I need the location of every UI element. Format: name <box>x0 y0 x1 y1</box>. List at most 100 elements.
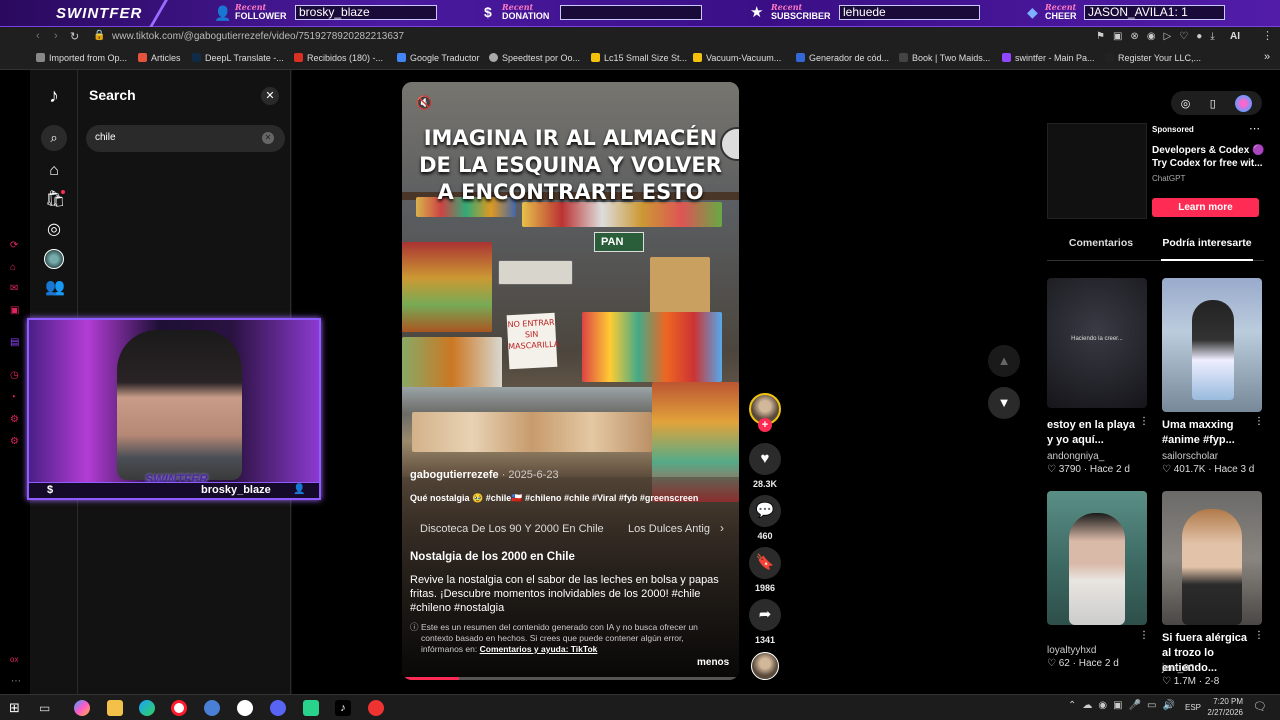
related-search-chip[interactable]: Los Dulces Antig <box>628 523 710 535</box>
follow-plus-icon[interactable]: + <box>758 418 772 432</box>
tab-comments[interactable]: Comentarios <box>1047 237 1155 249</box>
learn-more-button[interactable]: Learn more <box>1152 198 1259 217</box>
bookmark-item[interactable]: DeepL Translate -... <box>192 53 284 63</box>
block-icon[interactable]: ⊗ <box>1130 31 1138 44</box>
sidebar-app-icon[interactable]: ⟳ <box>10 240 18 251</box>
sidebar-app-icon[interactable]: ◔ <box>10 392 16 403</box>
clock[interactable]: 7:20 PM 2/27/2026 <box>1203 696 1243 718</box>
network-icon[interactable]: ▭ <box>1147 700 1156 711</box>
menu-icon[interactable]: ⋮ <box>1262 29 1273 42</box>
suggestion-author[interactable]: sailorscholar <box>1162 451 1218 462</box>
more-options-icon[interactable]: ⋮ <box>1254 630 1264 641</box>
explore-icon[interactable]: ◎ <box>45 221 63 239</box>
sidebar-app-icon[interactable]: ox <box>10 655 18 664</box>
more-options-icon[interactable]: ⋮ <box>1254 416 1264 427</box>
more-options-icon[interactable]: ⋯ <box>1249 122 1260 135</box>
device-icon[interactable]: ▯ <box>1210 97 1216 110</box>
chevron-right-icon[interactable]: › <box>720 521 724 535</box>
feedback-link[interactable]: Comentarios y ayuda: TikTok <box>480 644 598 654</box>
more-bookmarks-icon[interactable]: » <box>1264 51 1270 63</box>
start-icon[interactable]: ⊞ <box>9 700 25 716</box>
less-button[interactable]: menos <box>697 657 729 668</box>
sidebar-app-icon[interactable]: ✉ <box>10 283 18 294</box>
app-icon[interactable] <box>368 700 384 716</box>
ad-thumbnail[interactable] <box>1047 123 1147 219</box>
cloud-icon[interactable]: ☁ <box>1082 700 1092 711</box>
mic-icon[interactable]: 🎤 <box>1129 700 1141 711</box>
suggestion-title[interactable]: estoy en la playa y yo aquí... <box>1047 418 1137 448</box>
previous-video-button[interactable]: ▲ <box>988 345 1020 377</box>
home-icon[interactable]: ⌂ <box>45 162 63 180</box>
more-options-icon[interactable]: ⋮ <box>1139 630 1149 641</box>
bookmark-item[interactable]: Register Your LLC,... <box>1105 53 1201 63</box>
bookmark-item[interactable]: Google Traductor <box>397 53 480 63</box>
suggestion-author[interactable]: jeni_00 <box>1162 663 1194 674</box>
like-button[interactable]: ♥ <box>749 443 781 475</box>
friends-icon[interactable]: 👥 <box>45 279 65 297</box>
tiktok-logo-icon[interactable]: ♪ <box>45 86 63 106</box>
author-name[interactable]: gabogutierrezefe <box>410 469 499 481</box>
profile-avatar[interactable] <box>1235 94 1253 112</box>
bookmark-item[interactable]: swintfer - Main Pa... <box>1002 53 1095 63</box>
twitch-icon[interactable]: ▤ <box>10 337 19 348</box>
suggestion-thumbnail[interactable] <box>1162 278 1262 412</box>
edge-icon[interactable] <box>139 700 155 716</box>
next-video-button[interactable]: ▼ <box>988 387 1020 419</box>
task-view-icon[interactable]: ▭ <box>39 700 55 716</box>
mute-icon[interactable]: 🔇 <box>416 95 432 111</box>
bookmark-item[interactable]: Imported from Op... <box>36 53 127 63</box>
bookmark-item[interactable]: Recibidos (180) -... <box>294 53 383 63</box>
suggestion-thumbnail[interactable] <box>1162 491 1262 625</box>
download-icon[interactable]: ⤓ <box>1210 31 1214 44</box>
obs-icon[interactable] <box>237 700 253 716</box>
camera-icon[interactable]: ◉ <box>1147 31 1156 44</box>
display-icon[interactable]: ▣ <box>1113 700 1122 711</box>
settings-icon[interactable]: ⚙ <box>10 436 19 447</box>
bookmark-icon[interactable]: ⚑ <box>1096 31 1105 44</box>
ad-title[interactable]: Developers & Codex 🟣 Try Codex for free … <box>1152 144 1276 170</box>
tiktok-app-icon[interactable]: ♪ <box>335 700 351 716</box>
app-icon[interactable] <box>303 700 319 716</box>
discord-icon[interactable] <box>270 700 286 716</box>
progress-track[interactable] <box>402 677 739 680</box>
sidebar-app-icon[interactable]: ◷ <box>10 370 19 381</box>
bookmark-item[interactable]: Articles <box>138 53 181 63</box>
play-icon[interactable]: ▷ <box>1164 31 1172 44</box>
search-input[interactable]: chile ✕ <box>86 125 285 152</box>
sidebar-app-icon[interactable]: ⚙ <box>10 414 19 425</box>
bookmark-item[interactable]: Speedtest por Oo... <box>489 53 580 63</box>
bookmark-item[interactable]: Book | Two Maids... <box>899 53 990 63</box>
bookmark-item[interactable]: Vacuum-Vacuum... <box>693 53 781 63</box>
suggestion-author[interactable]: loyaltyyhxd <box>1047 645 1096 656</box>
ai-button[interactable]: AI <box>1230 31 1240 42</box>
app-tray-icon[interactable]: ◉ <box>1098 700 1107 711</box>
back-icon[interactable]: ‹ <box>36 30 40 42</box>
following-avatar[interactable] <box>44 249 64 269</box>
sidebar-app-icon[interactable]: ▣ <box>10 305 19 316</box>
video-player[interactable]: PAN NO ENTRAR SIN MASCARILLA 🔇 IMAGINA I… <box>402 82 739 680</box>
more-options-icon[interactable]: ⋮ <box>1139 416 1149 427</box>
comment-button[interactable]: 💬 <box>749 495 781 527</box>
suggestion-author[interactable]: andongniya_ <box>1047 451 1104 462</box>
copilot-icon[interactable] <box>74 700 90 716</box>
sidebar-app-icon[interactable]: ⌂ <box>10 262 16 273</box>
app-icon[interactable] <box>204 700 220 716</box>
chevron-up-icon[interactable]: ⌃ <box>1068 700 1076 711</box>
bookmark-item[interactable]: Lc15 Small Size St... <box>591 53 687 63</box>
save-button[interactable]: 🔖 <box>749 547 781 579</box>
reload-icon[interactable]: ↻ <box>70 30 79 43</box>
more-icon[interactable]: ⋯ <box>11 676 21 687</box>
volume-icon[interactable]: 🔊 <box>1162 700 1174 711</box>
video-author[interactable]: gabogutierrezefe · 2025-6-23 <box>410 469 559 481</box>
heart-outline-icon[interactable]: ♡ <box>1179 31 1188 44</box>
suggestion-title[interactable]: Uma maxxing #anime #fyp... <box>1162 418 1252 448</box>
music-disc-avatar[interactable] <box>751 652 779 680</box>
profile-icon[interactable]: ● <box>1196 31 1202 44</box>
forward-icon[interactable]: › <box>54 30 58 42</box>
related-search-chip[interactable]: Discoteca De Los 90 Y 2000 En Chile <box>420 523 604 535</box>
url-field[interactable]: www.tiktok.com/@gabogutierrezefe/video/7… <box>112 31 404 42</box>
shop-icon[interactable]: 🛍 <box>45 191 65 209</box>
share-button[interactable]: ➦ <box>749 599 781 631</box>
bookmark-item[interactable]: Generador de cód... <box>796 53 889 63</box>
language-indicator[interactable]: ESP <box>1185 703 1201 712</box>
